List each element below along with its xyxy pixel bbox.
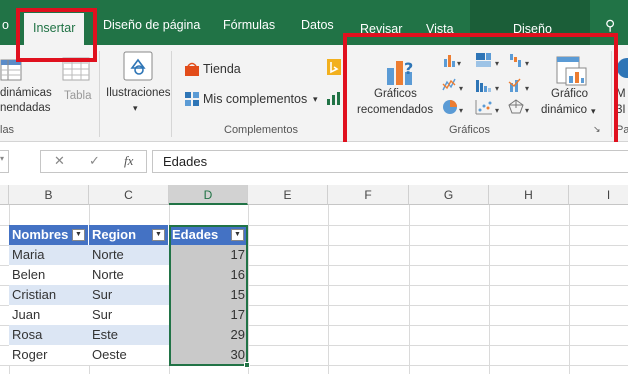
highlight-insertar-tab bbox=[16, 8, 97, 62]
table-header-cell[interactable]: Region ▼ bbox=[89, 225, 169, 245]
highlight-graficos-group bbox=[343, 33, 618, 147]
table-cell[interactable]: Este bbox=[89, 325, 169, 345]
chevron-down-icon[interactable]: ▾ bbox=[313, 92, 318, 106]
table-cell[interactable]: Juan bbox=[9, 305, 89, 325]
bing-maps-icon[interactable] bbox=[326, 58, 342, 76]
store-icon[interactable] bbox=[184, 61, 200, 77]
tab-formulas[interactable]: Fórmulas bbox=[223, 18, 275, 32]
grid-line bbox=[328, 205, 329, 374]
tab-datos[interactable]: Datos bbox=[301, 18, 334, 32]
column-header-g[interactable]: G bbox=[409, 185, 489, 205]
table-cell[interactable]: Sur bbox=[89, 285, 169, 305]
title-bar bbox=[0, 0, 628, 8]
fx-icon[interactable]: fx bbox=[124, 153, 133, 169]
tab-diseno-pagina[interactable]: Diseño de página bbox=[103, 18, 200, 32]
complementos-group-label: Complementos bbox=[224, 124, 298, 136]
chevron-down-icon[interactable]: ▾ bbox=[133, 101, 138, 115]
search-icon[interactable]: ⚲ bbox=[605, 17, 615, 34]
table-cell[interactable]: Norte bbox=[89, 265, 169, 285]
fill-handle[interactable] bbox=[244, 362, 250, 368]
header-nombres: Nombres bbox=[12, 227, 69, 242]
column-header-i[interactable]: I bbox=[569, 185, 628, 205]
table-cell[interactable]: Norte bbox=[89, 245, 169, 265]
enter-icon[interactable]: ✓ bbox=[89, 153, 100, 169]
column-header-f[interactable]: F bbox=[328, 185, 409, 205]
pivot-label-2[interactable]: nendadas bbox=[0, 101, 51, 115]
column-header-e[interactable]: E bbox=[248, 185, 328, 205]
column-header-a-partial[interactable] bbox=[0, 185, 9, 205]
formula-input[interactable] bbox=[152, 150, 628, 173]
grid-line bbox=[569, 205, 570, 374]
grid-line bbox=[248, 205, 249, 374]
formula-content: Edades bbox=[163, 154, 208, 169]
group-divider bbox=[99, 51, 100, 137]
illustrations-label[interactable]: Ilustraciones bbox=[106, 86, 171, 100]
filter-dropdown-icon[interactable]: ▼ bbox=[152, 229, 165, 241]
excel-window: o Insertar Diseño de página Fórmulas Dat… bbox=[0, 0, 628, 374]
tienda-button[interactable]: Tienda bbox=[203, 62, 241, 76]
table-label[interactable]: Tabla bbox=[64, 89, 92, 103]
table-cell[interactable]: Rosa bbox=[9, 325, 89, 345]
illustrations-icon[interactable] bbox=[123, 51, 153, 81]
table-cell[interactable]: Sur bbox=[89, 305, 169, 325]
column-header-h[interactable]: H bbox=[489, 185, 569, 205]
formula-bar: ▾ ✕ ✓ fx Edades bbox=[0, 142, 628, 182]
table-cell[interactable]: Roger bbox=[9, 345, 89, 365]
people-graph-icon[interactable] bbox=[326, 90, 342, 106]
selection-range bbox=[169, 225, 248, 366]
table-header-cell[interactable]: Nombres ▼ bbox=[9, 225, 89, 245]
tab-home-partial[interactable]: o bbox=[2, 18, 9, 32]
column-header-c[interactable]: C bbox=[89, 185, 169, 205]
my-addins-icon[interactable] bbox=[184, 91, 200, 107]
table-cell[interactable]: Maria bbox=[9, 245, 89, 265]
table-cell[interactable]: Cristian bbox=[9, 285, 89, 305]
group-divider bbox=[171, 51, 172, 137]
column-header-d[interactable]: D bbox=[169, 185, 248, 205]
grid-line bbox=[0, 365, 628, 366]
mis-complementos-button[interactable]: Mis complementos bbox=[203, 92, 307, 106]
header-region: Region bbox=[92, 227, 137, 242]
tables-group-label: las bbox=[0, 124, 15, 136]
context-band bbox=[470, 0, 590, 8]
cancel-icon[interactable]: ✕ bbox=[54, 153, 65, 169]
filter-dropdown-icon[interactable]: ▼ bbox=[72, 229, 85, 241]
table-cell[interactable]: Oeste bbox=[89, 345, 169, 365]
grid-line bbox=[409, 205, 410, 374]
chevron-down-icon[interactable]: ▾ bbox=[0, 154, 4, 163]
grid-line bbox=[489, 205, 490, 374]
pivot-label-1[interactable]: dinámicas bbox=[0, 86, 52, 100]
table-cell[interactable]: Belen bbox=[9, 265, 89, 285]
column-header-b[interactable]: B bbox=[9, 185, 89, 205]
